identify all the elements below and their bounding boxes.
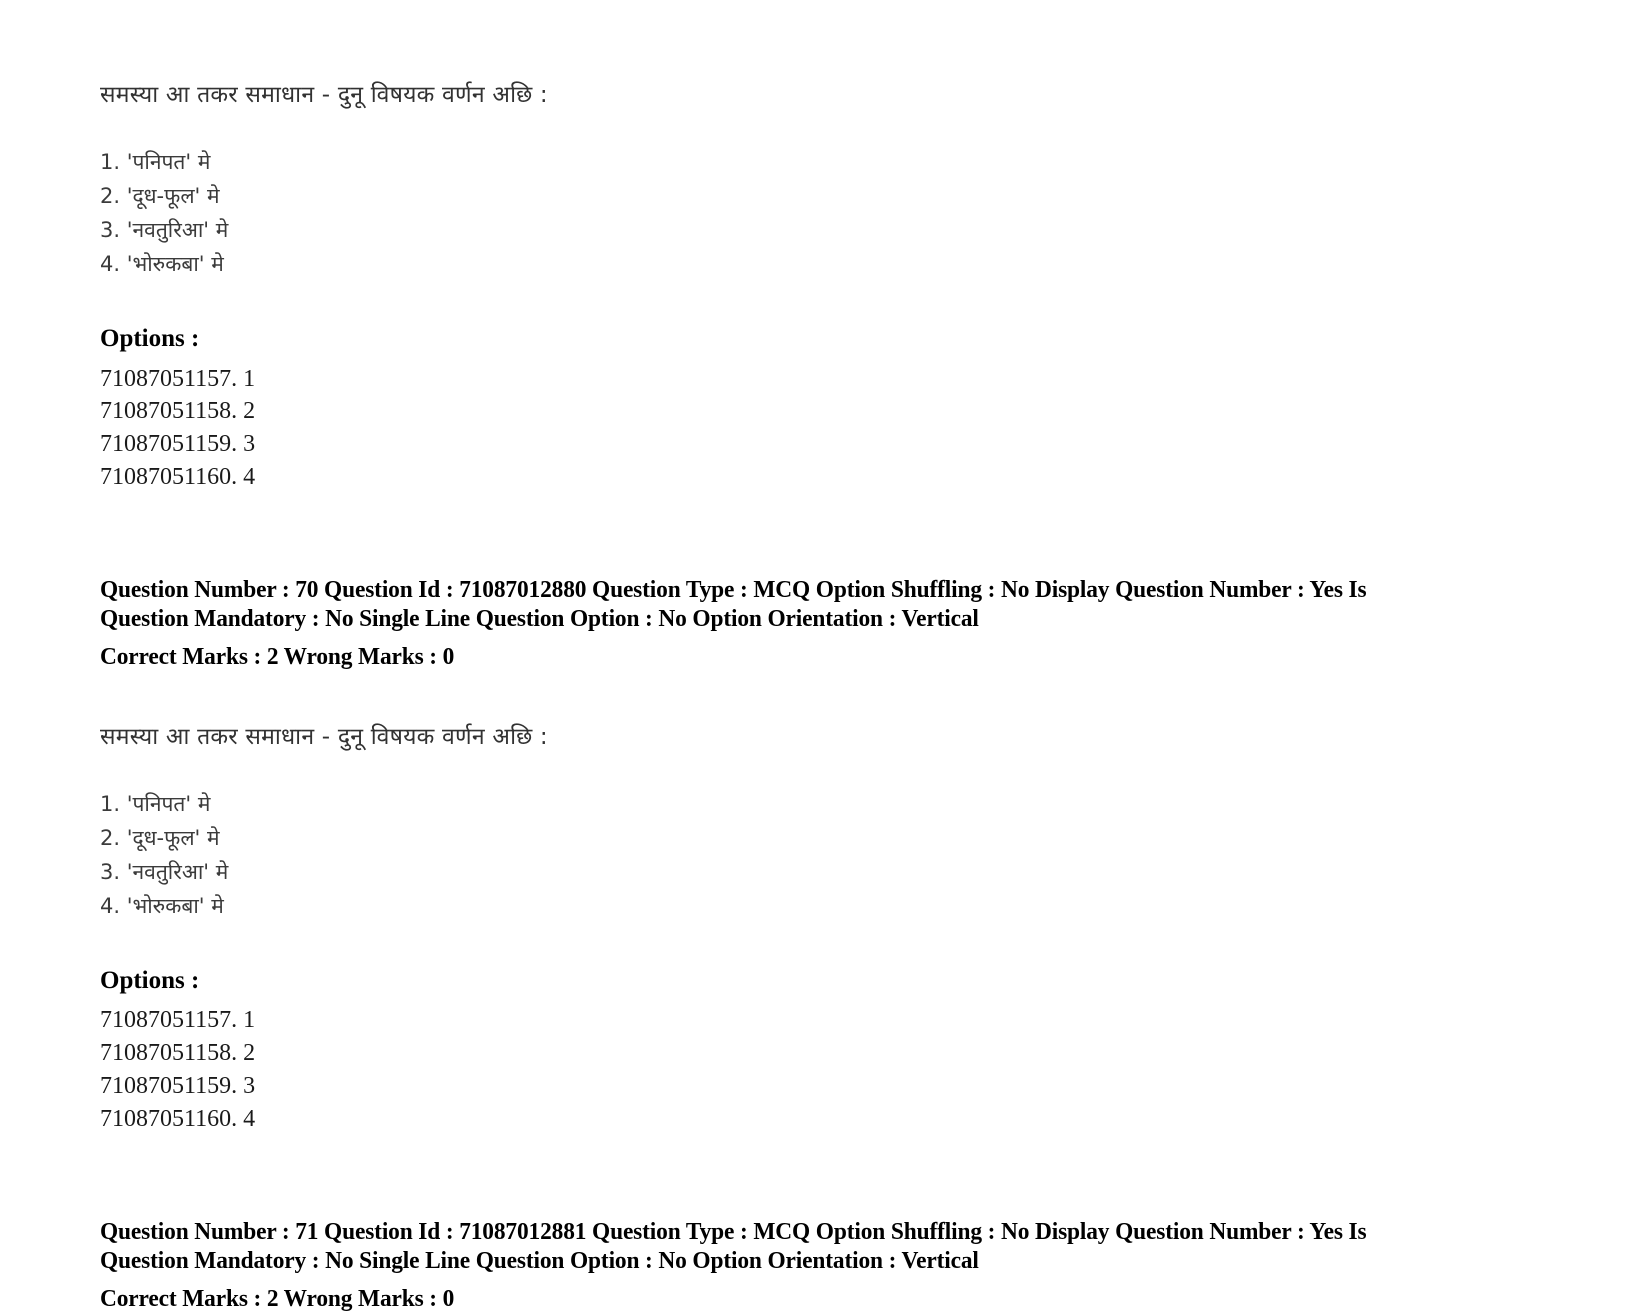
option-row: 71087051160. 4 — [100, 1103, 1520, 1136]
option-row: 71087051159. 3 — [100, 1070, 1520, 1103]
option-row: 71087051157. 1 — [100, 1004, 1520, 1037]
question-metadata: Question Number : 70 Question Id : 71087… — [100, 576, 1518, 672]
option-value: 2 — [243, 1040, 256, 1067]
option-id: 71087051158. — [100, 1040, 238, 1067]
option-value: 3 — [243, 431, 256, 458]
statement-list: 1. 'पनिपत' मे 2. 'दूध-फूल' मे 3. 'नवतुरि… — [100, 145, 1520, 281]
options-list: 71087051157. 1 71087051158. 2 7108705115… — [100, 363, 1520, 495]
option-row: 71087051160. 4 — [100, 461, 1520, 494]
statement-item: 2. 'दूध-फूल' मे — [100, 184, 220, 209]
question-block-2: समस्या आ तकर समाधान - दुनू विषयक वर्णन अ… — [100, 722, 1520, 1314]
option-row: 71087051157. 1 — [100, 363, 1520, 396]
question-metadata: Question Number : 71 Question Id : 71087… — [100, 1218, 1518, 1314]
option-value: 1 — [243, 365, 256, 392]
option-id: 71087051160. — [100, 464, 238, 491]
option-id: 71087051157. — [100, 1007, 238, 1034]
option-id: 71087051157. — [100, 365, 238, 392]
statement-item: 1. 'पनिपत' मे — [100, 791, 211, 816]
option-id: 71087051159. — [100, 1073, 238, 1100]
option-value: 1 — [243, 1007, 256, 1034]
question-marks-line: Correct Marks : 2 Wrong Marks : 0 — [100, 1284, 455, 1312]
statement-item: 3. 'नवतुरिआ' मे — [100, 218, 229, 243]
options-list: 71087051157. 1 71087051158. 2 7108705115… — [100, 1004, 1520, 1136]
statement-item: 4. 'भोरुकबा' मे — [100, 893, 224, 918]
options-label: Options : — [100, 966, 200, 994]
passage-heading: समस्या आ तकर समाधान - दुनू विषयक वर्णन अ… — [100, 723, 548, 750]
question-marks-line: Correct Marks : 2 Wrong Marks : 0 — [100, 642, 455, 670]
statement-list: 1. 'पनिपत' मे 2. 'दूध-फूल' मे 3. 'नवतुरि… — [100, 787, 1520, 923]
document-page: समस्या आ तकर समाधान - दुनू विषयक वर्णन अ… — [0, 0, 1650, 1312]
option-row: 71087051158. 2 — [100, 395, 1520, 428]
statement-item: 2. 'दूध-फूल' मे — [100, 825, 220, 850]
question-metadata-line: Question Number : 70 Question Id : 71087… — [100, 576, 1367, 633]
option-id: 71087051160. — [100, 1106, 238, 1133]
statement-item: 1. 'पनिपत' मे — [100, 150, 211, 175]
statement-item: 3. 'नवतुरिआ' मे — [100, 859, 229, 884]
option-value: 4 — [243, 1106, 256, 1133]
option-row: 71087051158. 2 — [100, 1037, 1520, 1070]
option-value: 2 — [243, 398, 256, 425]
options-label: Options : — [100, 325, 200, 353]
passage-heading: समस्या आ तकर समाधान - दुनू विषयक वर्णन अ… — [100, 82, 548, 108]
statement-item: 4. 'भोरुकबा' मे — [100, 252, 224, 277]
page-content: समस्या आ तकर समाधान - दुनू विषयक वर्णन अ… — [100, 0, 1520, 1314]
option-id: 71087051158. — [100, 398, 238, 425]
option-value: 4 — [243, 464, 256, 491]
option-row: 71087051159. 3 — [100, 428, 1520, 461]
option-value: 3 — [243, 1073, 256, 1100]
top-margin-spacer — [100, 0, 1520, 80]
question-metadata-line: Question Number : 71 Question Id : 71087… — [100, 1217, 1367, 1274]
option-id: 71087051159. — [100, 431, 238, 458]
question-block-1: समस्या आ तकर समाधान - दुनू विषयक वर्णन अ… — [100, 80, 1520, 672]
block-gap-spacer — [100, 672, 1520, 722]
